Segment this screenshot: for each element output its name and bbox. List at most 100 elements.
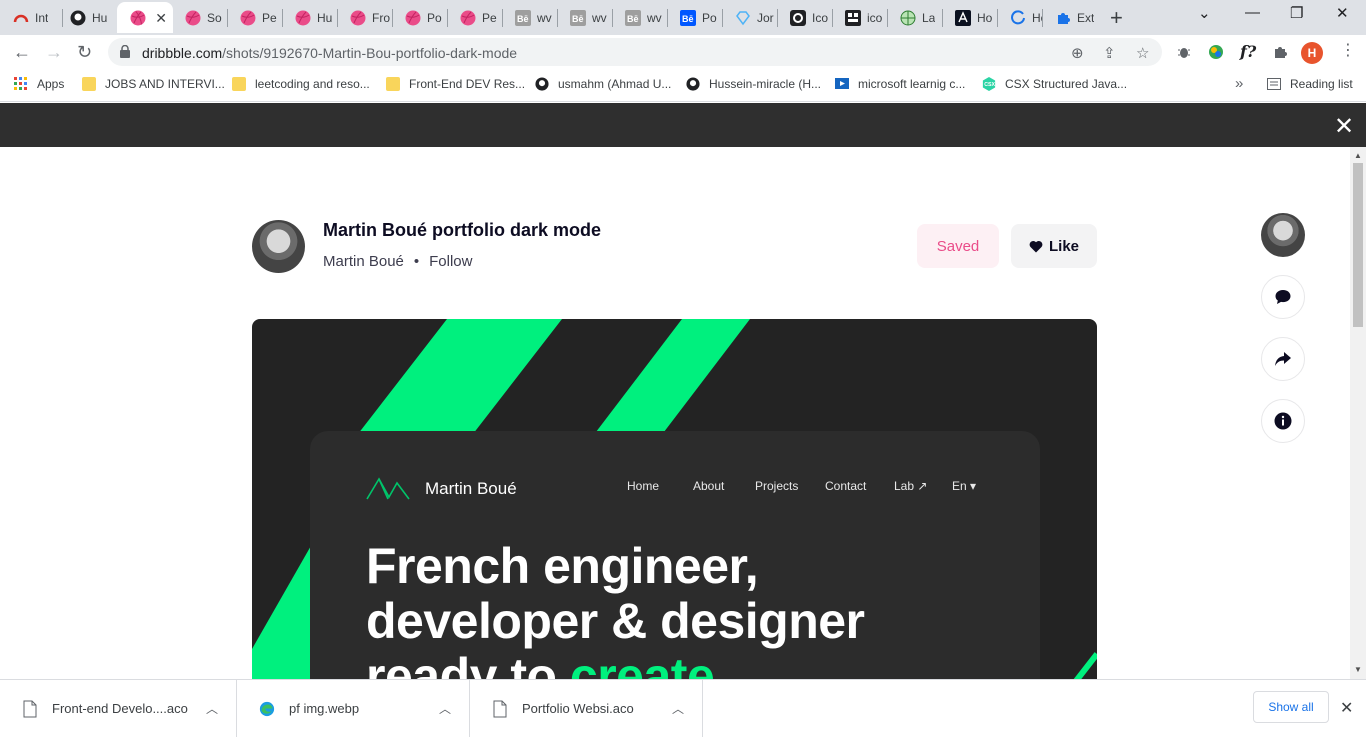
address-bar[interactable]: dribbble.com/shots/9192670-Martin-Bou-po… [108, 38, 1162, 66]
behance-gray-icon: Bē [570, 9, 586, 26]
scroll-down-icon[interactable]: ▼ [1354, 665, 1362, 674]
diamond-icon [736, 10, 750, 25]
comments-button[interactable] [1261, 275, 1305, 319]
extensions-puzzle-icon[interactable] [1272, 44, 1288, 60]
tab-search-icon[interactable]: ⌄ [1198, 4, 1211, 22]
restore-button[interactable]: ❐ [1290, 4, 1303, 22]
tab[interactable]: So [172, 2, 227, 33]
folder-icon [82, 77, 96, 91]
tab-active[interactable]: ✕ [117, 2, 173, 33]
file-icon [23, 700, 37, 717]
close-downloads-icon[interactable]: ✕ [1340, 698, 1353, 718]
profile-avatar[interactable]: H [1301, 42, 1323, 64]
like-button[interactable]: Like [1011, 224, 1097, 268]
follow-link[interactable]: Follow [429, 253, 472, 270]
tab[interactable]: Hu [282, 2, 337, 33]
page-overlay-header [0, 103, 1366, 147]
share-page-icon[interactable]: ⇪ [1103, 44, 1116, 62]
zoom-icon[interactable]: ⊕ [1071, 44, 1084, 62]
behance-gray-icon: Bē [625, 9, 641, 26]
formula-extension-icon[interactable]: f? [1240, 42, 1256, 61]
new-tab-button[interactable]: + [1110, 5, 1123, 31]
close-tab-icon[interactable]: ✕ [155, 10, 167, 27]
hero-line-2: developer & designer [366, 593, 865, 649]
byline: Martin Boué • Follow [323, 253, 473, 270]
reading-list-icon [1267, 78, 1281, 90]
color-extension-icon[interactable] [1207, 44, 1225, 60]
close-window-button[interactable]: ✕ [1336, 4, 1349, 22]
icon-o-icon [790, 9, 806, 26]
tab[interactable]: Pe [227, 2, 282, 33]
info-icon [1274, 412, 1292, 430]
download-filename: pf img.webp [289, 701, 360, 716]
tab[interactable]: Jor [722, 2, 777, 33]
preview-nav-contact: Contact [825, 479, 867, 493]
browser-menu-icon[interactable]: ⋮ [1340, 40, 1356, 60]
side-author-avatar[interactable] [1261, 213, 1305, 257]
share-button[interactable] [1261, 337, 1305, 381]
share-arrow-icon [1275, 352, 1291, 366]
tab[interactable]: Ext [1042, 2, 1097, 33]
shot-preview-image[interactable]: Martin Boué Home About Projects Contact … [252, 319, 1097, 679]
tab[interactable]: Bē wv [612, 2, 667, 33]
svg-text:Bē: Bē [627, 14, 639, 24]
loading-icon [1011, 9, 1025, 24]
chevron-up-icon[interactable]: ︿ [672, 700, 684, 717]
back-icon[interactable]: ← [13, 42, 31, 63]
bookmark-folder[interactable]: Front-End DEV Res... [386, 77, 525, 91]
mb-logo-icon [366, 477, 410, 500]
close-shot-icon[interactable]: ✕ [1334, 112, 1354, 141]
saved-button[interactable]: Saved [917, 224, 999, 268]
dribbble-icon [350, 10, 366, 25]
tab[interactable]: ico [832, 2, 887, 33]
bug-extension-icon[interactable] [1176, 44, 1192, 60]
tab[interactable]: Fro [337, 2, 392, 33]
tab[interactable]: Hu [57, 2, 116, 33]
chevron-up-icon[interactable]: ︿ [206, 700, 218, 717]
tab[interactable]: Bē wv [502, 2, 557, 33]
page-scrollbar[interactable]: ▲ ▼ [1350, 147, 1366, 679]
preview-brand: Martin Boué [425, 479, 517, 498]
scrollbar-thumb[interactable] [1353, 163, 1363, 327]
bookmark-folder[interactable]: leetcoding and reso... [232, 77, 370, 91]
reading-list-button[interactable]: Reading list [1267, 77, 1353, 91]
tab[interactable]: Ico [777, 2, 832, 33]
more-bookmarks-icon[interactable]: » [1235, 75, 1243, 92]
bookmark-item[interactable]: microsoft learnig c... [835, 77, 965, 91]
download-item[interactable]: Front-end Develo....aco ︿ [0, 680, 237, 737]
github-icon [535, 77, 549, 91]
bookmark-item[interactable]: CSX CSX Structured Java... [982, 77, 1127, 91]
author-name-link[interactable]: Martin Boué [323, 253, 404, 270]
minimize-button[interactable]: — [1245, 4, 1260, 21]
download-item[interactable]: pf img.webp ︿ [237, 680, 470, 737]
show-all-downloads-button[interactable]: Show all [1253, 691, 1329, 723]
reload-icon[interactable]: ↻ [77, 42, 92, 63]
tab[interactable]: Pe [447, 2, 502, 33]
info-button[interactable] [1261, 399, 1305, 443]
author-avatar[interactable] [252, 220, 305, 273]
tab[interactable]: Int [0, 2, 57, 33]
behance-gray-icon: Bē [515, 9, 531, 26]
bookmark-folder[interactable]: JOBS AND INTERVI... [82, 77, 225, 91]
forward-icon[interactable]: → [45, 42, 63, 63]
folder-icon [386, 77, 400, 91]
preview-hero-heading: French engineer, developer & designer re… [366, 539, 865, 680]
tab[interactable]: Ho [942, 2, 997, 33]
scroll-up-icon[interactable]: ▲ [1354, 151, 1362, 160]
tab[interactable]: Ho [997, 2, 1042, 33]
github-icon [686, 77, 700, 91]
chevron-up-icon[interactable]: ︿ [439, 700, 451, 717]
bookmark-item[interactable]: Hussein-miracle (H... [686, 77, 821, 91]
tab[interactable]: La [887, 2, 942, 33]
download-item[interactable]: Portfolio Websi.aco ︿ [470, 680, 703, 737]
bookmark-item[interactable]: usmahm (Ahmad U... [535, 77, 671, 91]
globe-green-icon [900, 10, 916, 25]
heart-icon [1029, 240, 1043, 252]
tab[interactable]: Bē Po [667, 2, 722, 33]
tab[interactable]: Po [392, 2, 447, 33]
tab[interactable]: Bē wv [557, 2, 612, 33]
file-icon [493, 700, 507, 717]
angular-icon [955, 9, 971, 26]
bookmark-item[interactable]: Apps [14, 77, 64, 91]
bookmark-star-icon[interactable]: ☆ [1136, 44, 1149, 62]
